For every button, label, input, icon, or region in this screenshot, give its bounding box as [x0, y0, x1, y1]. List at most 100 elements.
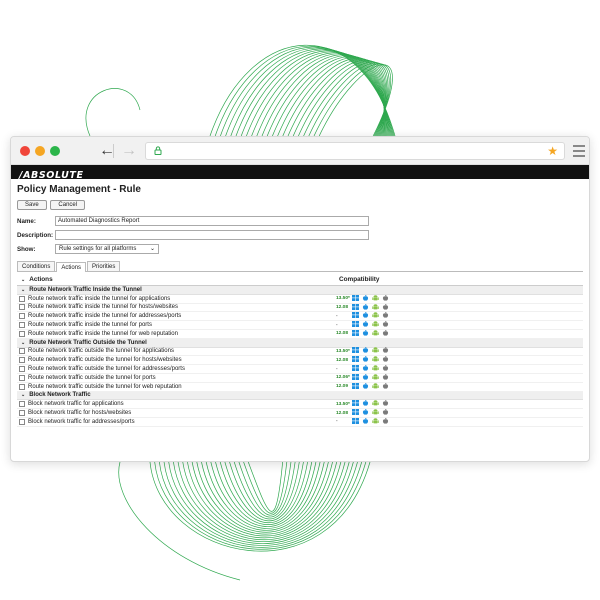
absolute-logo: /ABSOLUTE [19, 170, 84, 181]
action-label: Route network traffic inside the tunnel … [28, 330, 178, 337]
page-title: Policy Management - Rule [17, 184, 141, 195]
chevron-down-icon[interactable]: ⌄ [21, 392, 25, 398]
name-field[interactable]: Automated Diagnostics Report [55, 216, 369, 226]
macos-apple-icon [382, 347, 389, 354]
macos-apple-icon [382, 312, 389, 318]
platform-icons [352, 400, 392, 408]
description-field[interactable] [55, 230, 369, 240]
ios-apple-icon [362, 329, 369, 336]
windows-icon [352, 365, 359, 372]
browser-window: ← → ★ /ABSOLUTE Policy Management - Rule… [10, 136, 590, 462]
android-icon [372, 365, 379, 371]
macos-apple-icon [382, 373, 389, 380]
macos-apple-icon [382, 409, 389, 415]
android-icon [372, 418, 379, 424]
version-badge: 12.09 [336, 384, 349, 390]
version-badge: 13.50* [336, 296, 350, 302]
table-row: Route network traffic outside the tunnel… [17, 382, 583, 392]
row-checkbox[interactable] [19, 366, 25, 373]
tab-conditions[interactable]: Conditions [17, 261, 56, 271]
hamburger-menu-icon[interactable] [573, 145, 585, 160]
version-badge: - [336, 313, 338, 319]
chevron-down-icon[interactable]: ⌄ [21, 277, 25, 283]
lock-icon [154, 146, 162, 155]
version-badge: 13.50* [336, 401, 350, 407]
name-row: Name: Automated Diagnostics Report [17, 215, 583, 227]
chevron-down-icon[interactable]: ⌄ [21, 287, 25, 293]
version-badge: 12.08 [336, 304, 349, 310]
row-checkbox[interactable] [19, 295, 25, 302]
version-badge: - [336, 322, 338, 328]
windows-icon [352, 400, 359, 407]
ios-apple-icon [362, 373, 369, 380]
macos-apple-icon [382, 329, 389, 336]
windows-icon [352, 312, 359, 319]
minimize-window-dot[interactable] [35, 146, 45, 156]
windows-icon [352, 356, 359, 363]
android-icon [372, 321, 379, 327]
table-row: Route network traffic outside the tunnel… [17, 365, 583, 374]
action-label: Route network traffic inside the tunnel … [28, 322, 152, 329]
group-title: Block Network Traffic [29, 392, 91, 399]
actions-column-header[interactable]: ⌄ Actions [17, 276, 339, 283]
group-header[interactable]: ⌄ Route Network Traffic Inside the Tunnel [17, 286, 583, 295]
table-row: Block network traffic for addresses/port… [17, 417, 583, 427]
row-checkbox[interactable] [19, 348, 25, 355]
group-header[interactable]: ⌄ Route Network Traffic Outside the Tunne… [17, 338, 583, 348]
row-checkbox[interactable] [19, 401, 25, 408]
action-label: Block network traffic for applications [28, 401, 124, 408]
name-label: Name: [17, 217, 36, 225]
macos-apple-icon [382, 294, 389, 301]
table-row: Route network traffic inside the tunnel … [17, 321, 583, 330]
android-icon [372, 294, 379, 301]
table-row: Route network traffic inside the tunnel … [17, 303, 583, 313]
table-row: Block network traffic for applications 13… [17, 400, 583, 410]
tab-actions[interactable]: Actions [56, 262, 87, 272]
table-header: ⌄ Actions Compatibility [17, 274, 583, 286]
table-row: Route network traffic inside the tunnel … [17, 312, 583, 322]
compatibility-column-header: Compatibility [339, 276, 380, 283]
bookmark-star-icon[interactable]: ★ [547, 143, 558, 159]
row-checkbox[interactable] [19, 330, 25, 337]
browser-toolbar: ← → ★ [11, 137, 589, 165]
ios-apple-icon [362, 303, 369, 310]
show-select[interactable]: Rule settings for all platforms ⌄ [55, 244, 159, 254]
windows-icon [352, 417, 359, 424]
table-row: Route network traffic outside the tunnel… [17, 347, 583, 357]
close-window-dot[interactable] [20, 146, 30, 156]
row-checkbox[interactable] [19, 322, 25, 329]
action-label: Route network traffic outside the tunnel… [28, 383, 182, 390]
platform-icons [352, 373, 392, 382]
table-row: Route network traffic inside the tunnel … [17, 329, 583, 339]
address-bar[interactable]: ★ [145, 142, 565, 160]
row-checkbox[interactable] [19, 383, 25, 390]
row-checkbox[interactable] [19, 374, 25, 381]
forward-arrow-icon[interactable]: → [121, 141, 137, 161]
row-checkbox[interactable] [19, 313, 25, 320]
action-label: Route network traffic inside the tunnel … [28, 304, 178, 311]
row-checkbox[interactable] [19, 357, 25, 364]
actions-table-body: ⌄ Route Network Traffic Inside the Tunnel… [17, 286, 583, 427]
group-header[interactable]: ⌄ Block Network Traffic [17, 391, 583, 401]
tab-priorities[interactable]: Priorities [87, 261, 121, 271]
platform-icons [352, 365, 392, 373]
row-checkbox[interactable] [19, 418, 25, 425]
platform-icons [352, 347, 392, 355]
maximize-window-dot[interactable] [50, 146, 60, 156]
macos-apple-icon [382, 356, 389, 362]
cancel-button[interactable]: Cancel [50, 200, 86, 210]
platform-icons [352, 356, 392, 364]
show-row: Show: Rule settings for all platforms ⌄ [17, 243, 583, 255]
android-icon [372, 330, 379, 336]
action-label: Block network traffic for hosts/websites [28, 410, 132, 417]
row-checkbox[interactable] [19, 304, 25, 311]
macos-apple-icon [382, 321, 389, 327]
android-icon [372, 382, 379, 389]
row-checkbox[interactable] [19, 410, 25, 417]
macos-apple-icon [382, 417, 389, 424]
save-button[interactable]: Save [17, 200, 47, 210]
action-label: Route network traffic inside the tunnel … [28, 295, 171, 302]
windows-icon [352, 373, 359, 380]
chevron-down-icon[interactable]: ⌄ [21, 340, 25, 346]
platform-icons [352, 321, 392, 329]
